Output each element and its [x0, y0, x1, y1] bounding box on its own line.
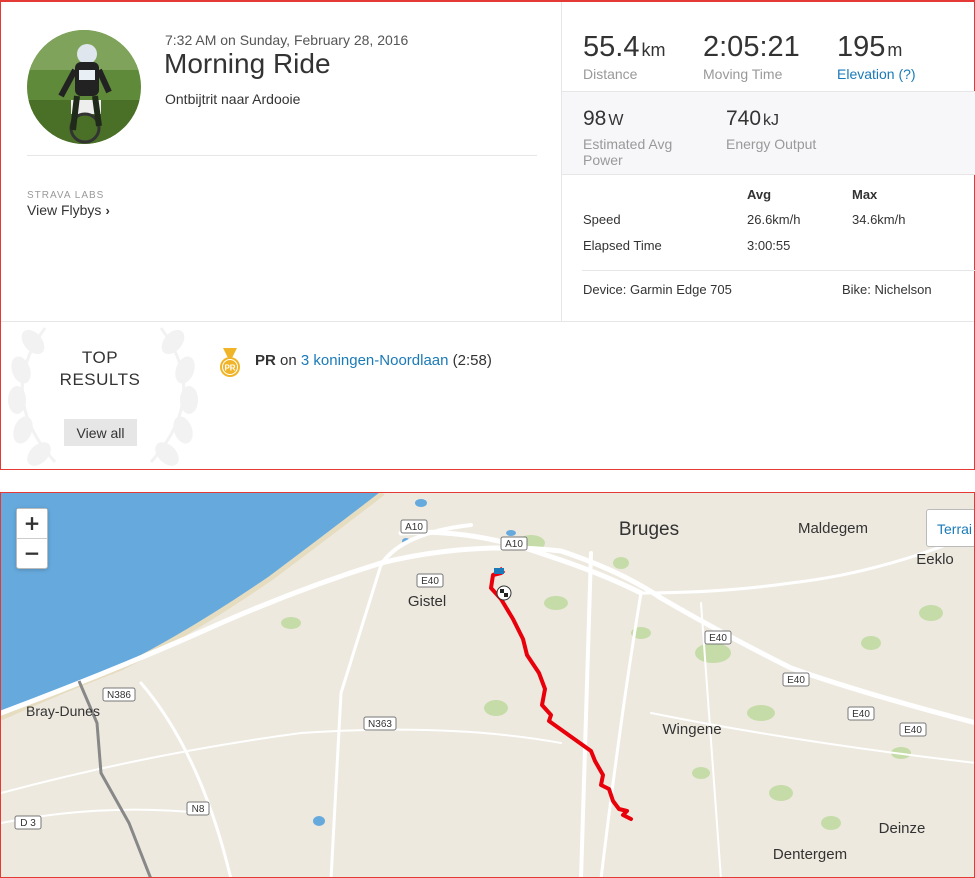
svg-text:N386: N386: [107, 690, 131, 701]
road-label-e40-gistel: E40: [416, 573, 444, 588]
segment-time: (2:58): [452, 352, 492, 369]
more-stats-header-max: Max: [852, 187, 878, 202]
road-label-e40-4: E40: [899, 722, 927, 737]
elapsed-time-label: Elapsed Time: [583, 238, 662, 253]
device-info: Device: Garmin Edge 705: [583, 282, 732, 297]
town-label-deinze: Deinze: [879, 820, 926, 837]
activity-description: Ontbijtrit naar Ardooie: [165, 91, 301, 107]
elapsed-time-avg: 3:00:55: [747, 238, 791, 253]
svg-text:E40: E40: [421, 576, 439, 587]
stats-column: 55.4 km Distance 2:05:21 Moving Time 195 m…: [561, 2, 975, 322]
svg-text:A10: A10: [505, 539, 523, 550]
distance-label: Distance: [583, 66, 638, 82]
svg-text:E40: E40: [904, 725, 922, 736]
town-label-wingene: Wingene: [662, 721, 721, 738]
town-label-dentergem: Dentergem: [773, 846, 847, 863]
pr-result: PR on 3 koningen-Noordlaan (2:58): [255, 352, 492, 369]
top-results-title-line1: TOP: [81, 348, 119, 367]
stat-distance: 55.4 km Distance: [583, 32, 665, 82]
stat-power: 98 W Estimated Avg Power: [583, 104, 703, 168]
activity-summary-panel: 7:32 AM on Sunday, February 28, 2016 Mor…: [0, 0, 975, 470]
view-flybys-label: View Flybys: [27, 202, 102, 218]
bike-info: Bike: Nichelson: [842, 282, 932, 297]
top-results-title: TOP RESULTS: [53, 347, 147, 391]
road-label-n8: N8: [186, 801, 210, 816]
energy-label: Energy Output: [726, 136, 817, 152]
distance-value: 55.4: [583, 31, 640, 63]
energy-value: 740: [726, 107, 762, 130]
speed-max: 34.6km/h: [852, 212, 906, 227]
stat-energy: 740 kJ Energy Output: [726, 104, 816, 152]
pr-label: PR: [255, 352, 276, 369]
moving-time-label: Moving Time: [703, 66, 783, 82]
athlete-photo: [27, 30, 141, 144]
divider: [27, 155, 537, 156]
town-label-bray-dunes: Bray-Dunes: [26, 703, 100, 719]
terrain-button[interactable]: Terrai: [926, 509, 974, 547]
zoom-out-button[interactable]: −: [17, 538, 47, 567]
power-value: 98: [583, 107, 607, 130]
pr-medal-icon: PR: [220, 348, 240, 377]
svg-text:N363: N363: [368, 719, 392, 730]
view-all-button[interactable]: View all: [64, 419, 137, 446]
town-label-maldegem: Maldegem: [798, 520, 868, 537]
road-label-e40-1: E40: [704, 630, 732, 645]
primary-stats: 55.4 km Distance 2:05:21 Moving Time 195 m…: [562, 2, 975, 91]
speed-avg: 26.6km/h: [747, 212, 801, 227]
divider: [582, 270, 975, 271]
power-unit: W: [608, 112, 624, 129]
distance-unit: km: [641, 40, 666, 60]
elevation-value: 195: [837, 31, 886, 63]
road-label-n386: N386: [102, 687, 136, 702]
more-stats-header-avg: Avg: [747, 187, 772, 202]
elevation-help-link[interactable]: Elevation (?): [837, 66, 916, 82]
secondary-stats: 98 W Estimated Avg Power 740 kJ Energy Out…: [562, 91, 975, 175]
stat-elevation: 195 m Elevation (?): [837, 32, 916, 82]
road-label-e40-2: E40: [782, 672, 810, 687]
pr-connector: on: [280, 352, 297, 369]
svg-text:N8: N8: [192, 804, 205, 815]
svg-text:E40: E40: [787, 675, 805, 686]
chevron-right-icon: ›: [105, 203, 110, 218]
road-label-n363: N363: [363, 716, 397, 731]
athlete-avatar[interactable]: [27, 30, 141, 144]
start-marker-icon: [494, 568, 504, 574]
top-results-title-line2: RESULTS: [59, 370, 141, 389]
town-label-gistel: Gistel: [408, 593, 446, 610]
view-flybys-link[interactable]: View Flybys ›: [27, 202, 110, 218]
map-canvas[interactable]: A10 A10 E40 E40 E40 E40 E40 N386 N363 N8…: [1, 493, 975, 878]
activity-datetime: 7:32 AM on Sunday, February 28, 2016: [165, 32, 409, 48]
laurel-wreath-icon: [8, 327, 198, 466]
road-label-d3: D 3: [14, 815, 42, 830]
activity-title: Morning Ride: [164, 48, 331, 79]
svg-text:E40: E40: [852, 709, 870, 720]
elevation-unit: m: [887, 40, 903, 60]
speed-label: Speed: [583, 212, 621, 227]
town-label-eeklo: Eeklo: [916, 551, 954, 568]
energy-unit: kJ: [763, 112, 780, 129]
pr-medal-text: PR: [224, 364, 235, 373]
strava-labs-label: STRAVA LABS: [27, 190, 105, 201]
zoom-in-button[interactable]: +: [17, 509, 47, 538]
road-label-a10-west: A10: [400, 519, 428, 534]
town-label-bruges: Bruges: [619, 519, 679, 540]
svg-text:E40: E40: [709, 633, 727, 644]
zoom-control: + −: [16, 508, 48, 569]
route-map[interactable]: A10 A10 E40 E40 E40 E40 E40 N386 N363 N8…: [0, 492, 975, 878]
svg-text:A10: A10: [405, 522, 423, 533]
segment-link[interactable]: 3 koningen-Noordlaan: [301, 352, 449, 369]
moving-time-value: 2:05:21: [703, 31, 800, 63]
svg-text:D 3: D 3: [20, 818, 36, 829]
road-label-e40-3: E40: [847, 706, 875, 721]
road-label-a10-east: A10: [500, 536, 528, 551]
power-label: Estimated Avg Power: [583, 136, 673, 168]
finish-flag-icon: [496, 585, 512, 601]
stat-moving-time: 2:05:21 Moving Time: [703, 32, 800, 82]
